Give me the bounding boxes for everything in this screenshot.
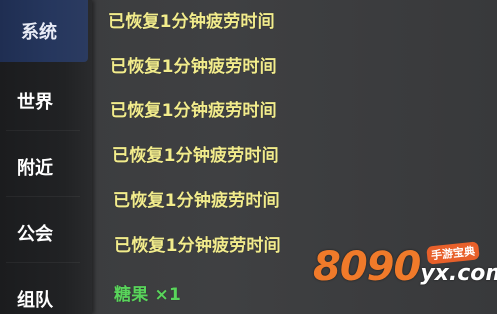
watermark-brand-number: 8090 [313,244,421,290]
watermark-brand: 8090yx.com [313,247,497,294]
tab-divider [6,130,80,131]
tab-system[interactable]: 系统 [0,0,88,62]
reward-message: 糖果 ×1 [114,285,181,305]
system-message: 已恢复1分钟疲劳时间 [108,12,275,32]
tab-world-label: 世界 [17,92,53,113]
system-message: 已恢复1分钟疲劳时间 [110,57,277,77]
tab-divider [6,262,80,263]
system-message: 已恢复1分钟疲劳时间 [112,146,279,166]
system-message: 已恢复1分钟疲劳时间 [113,191,280,211]
site-watermark-logo: 手游宝典 8090yx.com [313,241,497,294]
tab-team[interactable]: 组队 [0,270,88,314]
chat-panel: 系统 世界 附近 公会 组队 已恢复1分钟疲劳时间 已恢复1分钟疲劳时间 已恢复… [0,0,497,314]
tab-guild[interactable]: 公会 [0,204,88,262]
tab-divider [6,196,80,197]
tab-guild-label: 公会 [17,224,53,245]
tab-world[interactable]: 世界 [0,72,88,130]
system-message: 已恢复1分钟疲劳时间 [114,236,281,256]
tab-system-label: 系统 [21,22,57,43]
tab-nearby[interactable]: 附近 [0,138,88,196]
watermark-domain: yx.com [420,261,497,286]
system-message: 已恢复1分钟疲劳时间 [110,101,277,121]
channel-sidebar: 系统 世界 附近 公会 组队 [0,0,92,314]
tab-team-label: 组队 [17,290,53,311]
tab-nearby-label: 附近 [17,158,53,179]
